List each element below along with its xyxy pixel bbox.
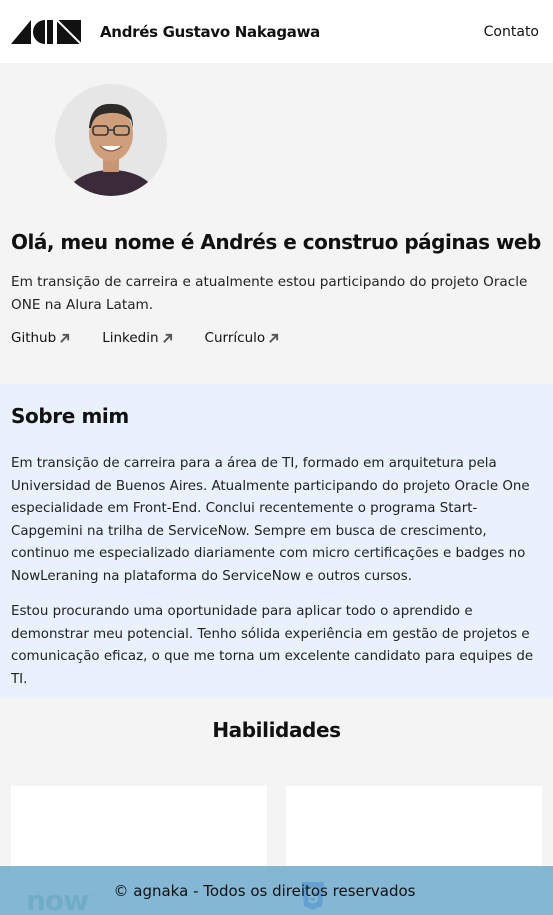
nav-contact-link[interactable]: Contato <box>484 24 539 40</box>
site-header: Andrés Gustavo Nakagawa Contato <box>0 0 553 63</box>
geometric-logo-icon[interactable] <box>11 19 83 44</box>
arrow-up-right-icon <box>162 333 172 343</box>
about-paragraph-1: Em transição de carreira para a área de … <box>11 456 530 584</box>
hero-description: Em transição de carreira e atualmente es… <box>11 274 528 313</box>
skills-title: Habilidades <box>212 718 341 742</box>
about-section: Sobre mim Em transição de carreira para … <box>0 384 553 698</box>
linkedin-link[interactable]: Linkedin <box>102 330 172 346</box>
avatar <box>55 84 167 196</box>
site-footer: © agnaka - Todos os direitos reservados <box>0 866 553 915</box>
hero-title: Olá, meu nome é Andrés e construo página… <box>11 230 541 254</box>
github-link[interactable]: Github <box>11 330 70 346</box>
footer-copyright: © agnaka - Todos os direitos reservados <box>113 881 416 900</box>
curriculum-link-label: Currículo <box>204 330 266 346</box>
curriculum-link[interactable]: Currículo <box>205 330 280 346</box>
about-title: Sobre mim <box>11 404 129 428</box>
arrow-up-right-icon <box>269 333 279 343</box>
arrow-up-right-icon <box>60 333 70 343</box>
hero-section: Olá, meu nome é Andrés e construo página… <box>0 63 553 384</box>
site-name: Andrés Gustavo Nakagawa <box>100 22 320 41</box>
external-links: Github Linkedin Currículo <box>11 330 542 346</box>
github-link-label: Github <box>11 330 57 346</box>
about-paragraph-2: Estou procurando uma oportunidade para a… <box>11 604 534 687</box>
linkedin-link-label: Linkedin <box>102 330 159 346</box>
